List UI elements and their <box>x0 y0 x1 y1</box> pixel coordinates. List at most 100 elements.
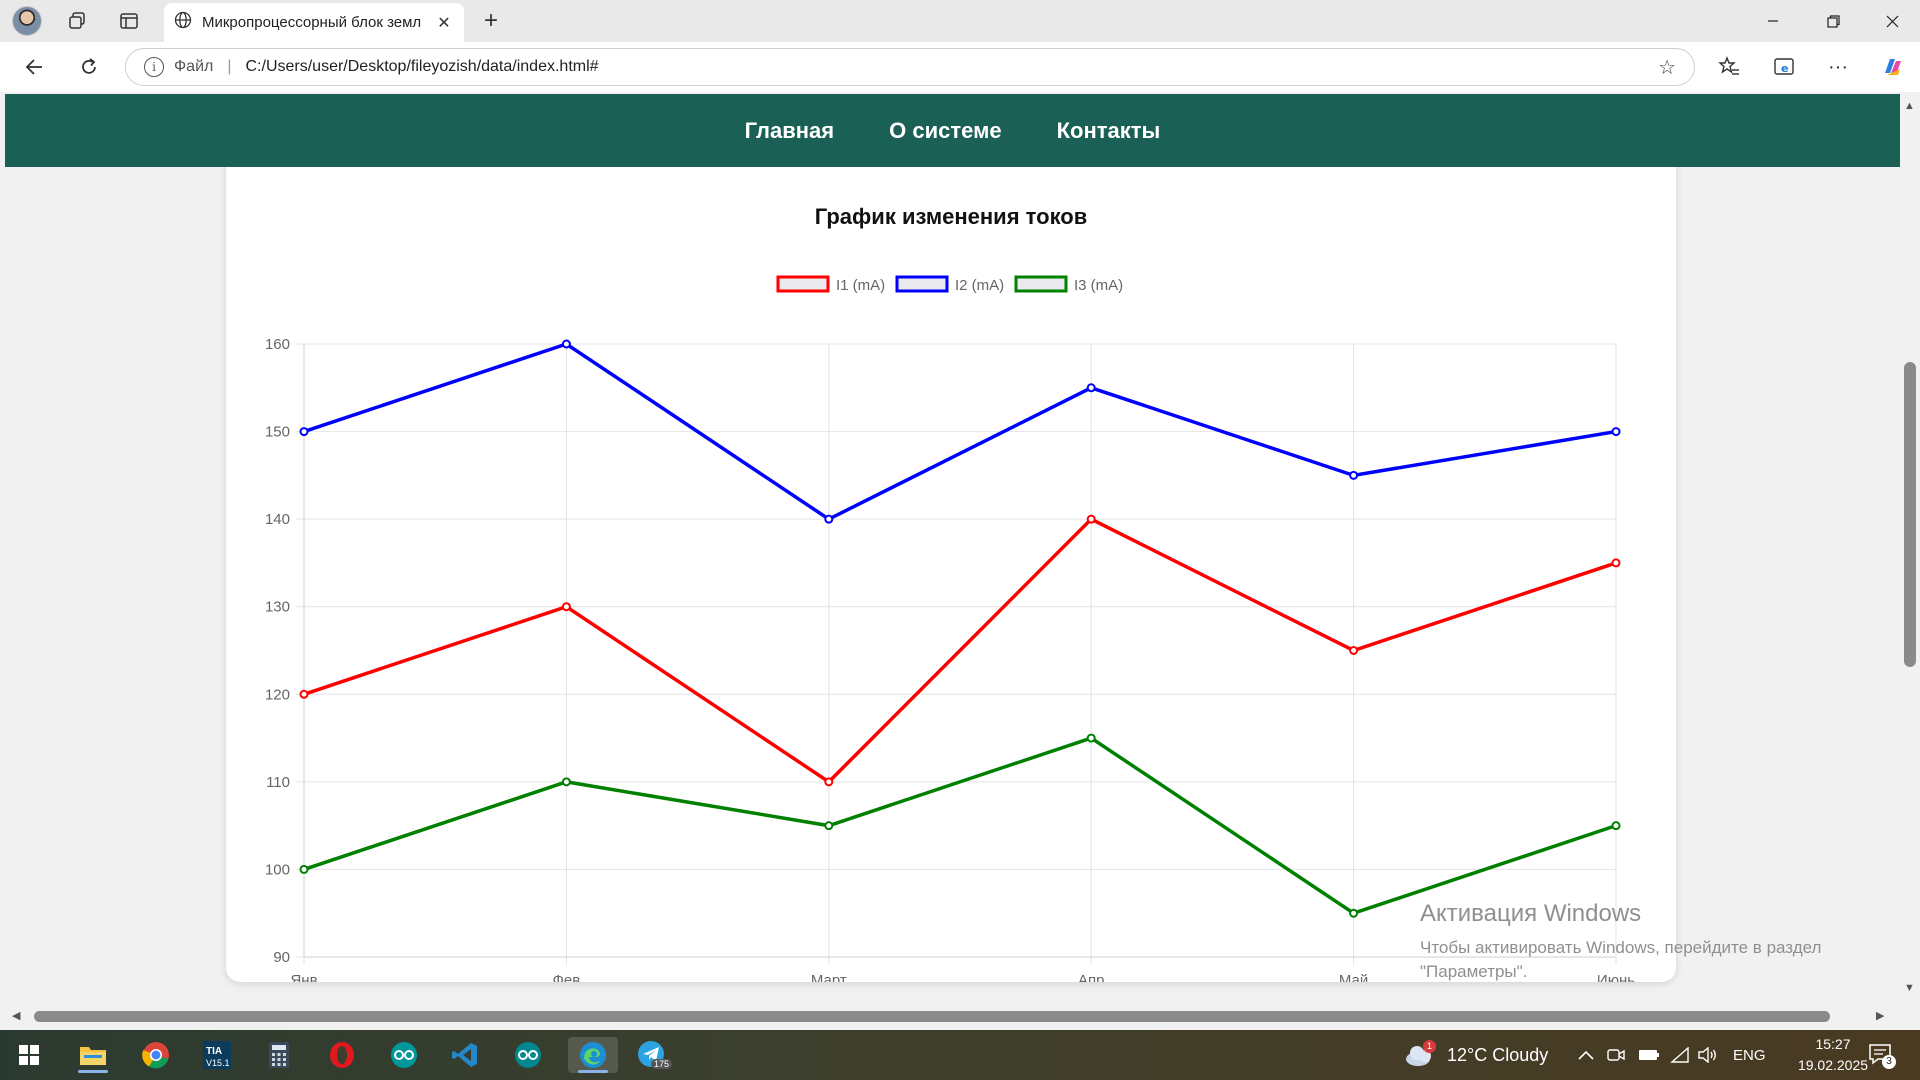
address-bar[interactable]: i Файл | C:/Users/user/Desktop/fileyozis… <box>125 48 1695 86</box>
windows-activation-watermark: Активация Windows Чтобы активировать Win… <box>1420 900 1890 984</box>
data-point <box>299 427 309 437</box>
x-tick-label: Апр <box>1078 972 1104 982</box>
weather-badge: 1 <box>1423 1040 1436 1053</box>
legend-swatch <box>895 275 949 293</box>
horizontal-scroll-thumb[interactable] <box>34 1011 1830 1022</box>
chart-title: График изменения токов <box>815 204 1088 229</box>
taskbar-active-underline <box>578 1070 608 1073</box>
windows-taskbar: TIA V15.1 175 1 12°C Cloudy ENG 15:27 19… <box>0 1030 1920 1080</box>
data-point <box>561 777 571 787</box>
file-explorer-icon[interactable] <box>72 1037 114 1073</box>
data-point <box>1086 383 1096 393</box>
site-info-icon[interactable]: i <box>144 57 164 77</box>
tia-portal-icon[interactable]: TIA V15.1 <box>196 1037 238 1073</box>
data-point <box>1349 470 1359 480</box>
vscode-icon[interactable] <box>444 1037 486 1073</box>
back-button[interactable] <box>17 51 51 83</box>
telegram-badge: 175 <box>651 1059 673 1069</box>
vertical-scroll-thumb[interactable] <box>1904 362 1916 667</box>
profile-avatar[interactable] <box>12 6 42 36</box>
battery-icon[interactable] <box>1638 1030 1660 1080</box>
workspaces-icon[interactable] <box>62 7 92 35</box>
address-url[interactable]: C:/Users/user/Desktop/fileyozish/data/in… <box>246 58 599 76</box>
nav-link-about[interactable]: О системе <box>889 118 1001 144</box>
svg-text:e: e <box>1781 62 1788 75</box>
y-tick-label: 110 <box>266 774 290 791</box>
nav-link-contacts[interactable]: Контакты <box>1057 118 1161 144</box>
x-tick-label: Май <box>1339 972 1368 982</box>
wifi-icon[interactable] <box>1670 1030 1690 1080</box>
data-point <box>299 864 309 874</box>
globe-icon <box>174 11 192 34</box>
favorites-icon[interactable] <box>1713 52 1745 82</box>
weather-widget[interactable]: 1 12°C Cloudy <box>1403 1030 1548 1080</box>
arduino-icon[interactable] <box>383 1037 425 1073</box>
meet-now-icon[interactable] <box>1607 1030 1625 1080</box>
data-point <box>1086 733 1096 743</box>
show-hidden-icons-chevron-icon[interactable] <box>1578 1030 1594 1080</box>
scroll-right-arrow-icon[interactable]: ▶ <box>1876 1009 1884 1022</box>
notification-count: 3 <box>1882 1055 1896 1069</box>
minimize-icon[interactable] <box>1743 0 1803 42</box>
vertical-tabs-icon[interactable] <box>114 7 144 35</box>
nav-link-home[interactable]: Главная <box>745 118 834 144</box>
start-button[interactable] <box>8 1037 50 1073</box>
notifications-icon[interactable]: 3 <box>1868 1030 1896 1080</box>
chrome-icon[interactable] <box>135 1037 177 1073</box>
telegram-icon[interactable]: 175 <box>631 1037 673 1073</box>
active-tab[interactable]: Микропроцессорный блок земл ✕ <box>164 3 464 42</box>
watermark-subtitle: Чтобы активировать Windows, перейдите в … <box>1420 938 1822 981</box>
tab-close-icon[interactable]: ✕ <box>434 13 454 33</box>
language-text: ENG <box>1733 1046 1766 1064</box>
scroll-up-arrow-icon[interactable]: ▲ <box>1904 100 1915 112</box>
data-point <box>1086 514 1096 524</box>
scroll-left-arrow-icon[interactable]: ◀ <box>12 1009 20 1022</box>
refresh-button[interactable] <box>72 51 106 83</box>
y-tick-label: 160 <box>265 336 290 353</box>
arduino-ide-icon[interactable] <box>507 1037 549 1073</box>
tab-bar: Микропроцессорный блок земл ✕ + <box>0 0 1920 42</box>
new-tab-button[interactable]: + <box>476 6 506 36</box>
copilot-icon[interactable] <box>1877 52 1909 82</box>
address-scheme: Файл <box>174 58 214 75</box>
volume-icon[interactable] <box>1698 1030 1718 1080</box>
data-point <box>824 821 834 831</box>
watermark-title: Активация Windows <box>1420 900 1642 927</box>
restore-icon[interactable] <box>1803 0 1863 42</box>
chart-legend: I1 (mA) I2 (mA) I3 (mA) <box>776 275 1123 294</box>
window-close-icon[interactable] <box>1862 0 1920 42</box>
y-tick-label: 150 <box>265 424 290 441</box>
site-navbar: Главная О системе Контакты <box>5 94 1900 167</box>
data-point <box>824 514 834 524</box>
scroll-down-arrow-icon[interactable]: ▼ <box>1904 982 1915 994</box>
legend-label: I1 (mA) <box>836 277 885 294</box>
chart-card: График изменения токов I1 (mA) I2 (mA) I3 … <box>226 132 1676 982</box>
legend-swatch <box>776 275 830 293</box>
data-point <box>299 689 309 699</box>
legend-swatch <box>1014 275 1068 293</box>
series-line <box>303 736 1617 916</box>
data-point <box>561 339 571 349</box>
x-tick-label: Янв <box>290 972 317 982</box>
y-tick-label: 90 <box>273 949 290 966</box>
y-tick-label: 120 <box>265 686 290 703</box>
x-tick-label: Март <box>811 972 847 982</box>
edge-icon[interactable] <box>568 1037 618 1073</box>
x-tick-label: Фев <box>553 972 581 982</box>
data-point <box>1349 908 1359 918</box>
svg-text:TIA: TIA <box>206 1046 222 1057</box>
ie-mode-icon[interactable]: e <box>1768 52 1800 82</box>
y-tick-label: 130 <box>265 599 290 616</box>
language-indicator[interactable]: ENG <box>1733 1030 1766 1080</box>
svg-text:V15.1: V15.1 <box>206 1058 230 1068</box>
y-axis: 160 150 140 130 120 110 100 90 <box>265 336 305 966</box>
calculator-icon[interactable] <box>258 1037 300 1073</box>
chart-series <box>299 339 1621 918</box>
taskbar-underline <box>78 1070 108 1073</box>
data-point <box>1611 427 1621 437</box>
legend-label: I2 (mA) <box>955 277 1004 294</box>
opera-icon[interactable] <box>321 1037 363 1073</box>
favorite-star-icon[interactable]: ☆ <box>1658 55 1676 80</box>
data-point <box>1349 646 1359 655</box>
more-menu-icon[interactable]: ··· <box>1822 52 1854 82</box>
